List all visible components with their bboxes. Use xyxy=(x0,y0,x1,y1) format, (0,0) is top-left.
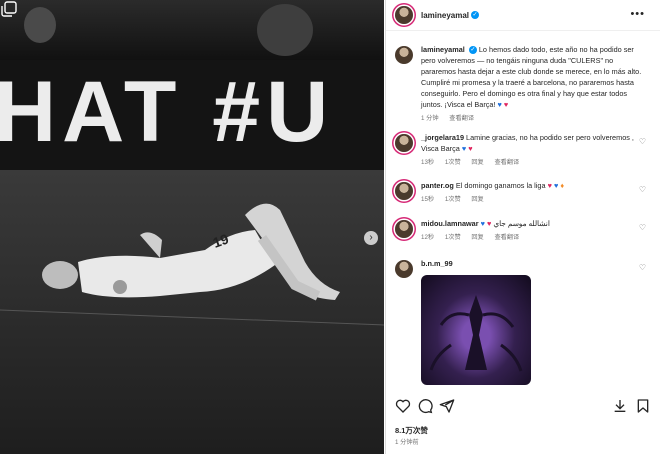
comment-likes[interactable]: 1次赞 xyxy=(445,234,461,241)
banner-text: HAT #U xyxy=(0,64,335,160)
share-icon[interactable] xyxy=(439,398,455,414)
heart-icon[interactable]: ♡ xyxy=(639,263,646,272)
red-heart-icon: ♥ xyxy=(503,100,509,109)
reply-button[interactable]: 回复 xyxy=(471,196,483,203)
save-icon[interactable] xyxy=(635,398,651,414)
comment-time: 12秒 xyxy=(421,234,435,241)
caption-item: lamineyamal ✓ Lo hemos dado todo, este a… xyxy=(395,44,650,124)
comment-username[interactable]: _jorgelara19 xyxy=(421,133,464,142)
caption-time: 1 分钟 xyxy=(421,115,439,122)
post-photo: 19 HAT #U › xyxy=(0,0,384,454)
red-heart-icon: ♥ xyxy=(468,144,473,153)
red-heart-icon: ♥ xyxy=(547,181,552,190)
multi-post-icon xyxy=(1,1,17,17)
avatar[interactable] xyxy=(395,6,413,24)
heart-icon[interactable]: ♡ xyxy=(639,223,646,232)
translate-link[interactable]: 查看翻译 xyxy=(494,234,519,241)
reply-button[interactable]: 回复 xyxy=(471,234,483,241)
comment-likes[interactable]: 1次赞 xyxy=(445,196,461,203)
avatar[interactable] xyxy=(395,260,413,278)
comment-image-art xyxy=(429,295,523,372)
avatar[interactable] xyxy=(395,182,413,200)
comment-time: 13秒 xyxy=(421,159,435,166)
comment-item: b.n.m_99 ♡ xyxy=(395,258,650,385)
blue-heart-icon: ♥ xyxy=(497,100,502,109)
post-header: lamineyamal ✓ ••• xyxy=(386,0,660,31)
comment-text: انشالله موسم جاي xyxy=(493,219,550,228)
translate-link[interactable]: 查看翻译 xyxy=(494,159,519,166)
fire-icon: ♦ xyxy=(560,181,565,190)
caption-text: Lo hemos dado todo, este año no ha podid… xyxy=(421,45,642,109)
translate-link[interactable]: 查看翻译 xyxy=(449,115,474,122)
comment-item: _jorgelara19 Lamine gracias, no ha podid… xyxy=(395,132,650,168)
comment-username[interactable]: midou.lamnawar xyxy=(421,219,479,228)
comment-likes[interactable]: 1次赞 xyxy=(445,159,461,166)
header-username[interactable]: lamineyamal xyxy=(421,11,469,20)
post-time: 1 分钟前 xyxy=(395,439,419,446)
next-arrow-icon[interactable]: › xyxy=(364,231,378,245)
caption-username[interactable]: lamineyamal xyxy=(421,45,465,54)
blue-heart-icon: ♥ xyxy=(480,219,485,228)
comment-username[interactable]: b.n.m_99 xyxy=(421,259,453,268)
comment-icon[interactable] xyxy=(417,398,433,414)
action-bar xyxy=(395,398,651,418)
comment-image[interactable] xyxy=(421,275,531,385)
heart-icon[interactable]: ♡ xyxy=(639,185,646,194)
heart-icon[interactable] xyxy=(395,398,411,414)
avatar[interactable] xyxy=(395,220,413,238)
verified-icon: ✓ xyxy=(468,46,477,55)
reply-button[interactable]: 回复 xyxy=(471,159,483,166)
post-sidebar: lamineyamal ✓ ••• lamineyamal ✓ Lo hemos… xyxy=(385,0,660,454)
comment-item: midou.lamnawar ♥ ♥ انشالله موسم جاي 12秒 … xyxy=(395,218,650,243)
avatar[interactable] xyxy=(395,134,413,152)
heart-icon[interactable]: ♡ xyxy=(639,137,646,146)
avatar[interactable] xyxy=(395,46,413,64)
download-icon[interactable] xyxy=(612,398,628,414)
blue-heart-icon: ♥ xyxy=(461,144,467,153)
comment-list: lamineyamal ✓ Lo hemos dado todo, este a… xyxy=(386,40,660,390)
like-count[interactable]: 8.1万次赞 xyxy=(395,425,428,436)
comment-text: El domingo ganamos la liga xyxy=(455,181,546,190)
comment-username[interactable]: panter.og xyxy=(421,181,454,190)
comment-time: 15秒 xyxy=(421,196,435,203)
more-icon[interactable]: ••• xyxy=(630,8,645,20)
red-heart-icon: ♥ xyxy=(486,219,492,228)
blue-heart-icon: ♥ xyxy=(553,181,559,190)
verified-icon: ✓ xyxy=(471,11,480,19)
comment-item: panter.og El domingo ganamos la liga ♥ ♥… xyxy=(395,180,650,205)
